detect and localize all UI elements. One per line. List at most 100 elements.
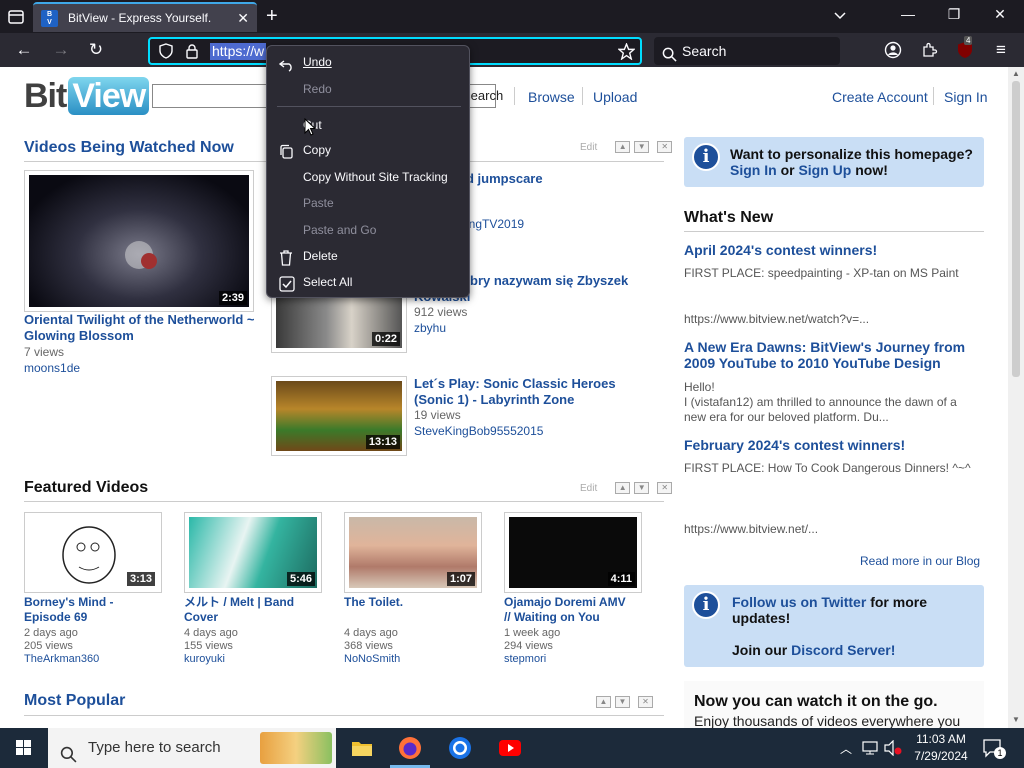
video-thumbnail[interactable]: 13:13 [271, 376, 407, 456]
chevron-up-icon[interactable]: ︿ [840, 740, 852, 757]
sign-in-link[interactable]: Sign In [944, 89, 988, 105]
twitter-link[interactable]: Follow us on Twitter [732, 594, 866, 610]
discord-link[interactable]: Discord Server! [791, 642, 895, 658]
active-tab[interactable]: BV BitView - Express Yourself. ✕ [33, 2, 257, 32]
video-thumbnail[interactable]: 5:46 [184, 512, 322, 593]
video-thumbnail[interactable]: 2:39 [24, 170, 254, 312]
scroll-thumb[interactable] [1012, 81, 1020, 377]
close-window-icon[interactable]: ✕ [990, 6, 1010, 26]
news-title[interactable]: April 2024's contest winners! [684, 242, 877, 258]
video-thumbnail[interactable]: 3:13 [24, 512, 162, 593]
close-tab-icon[interactable]: ✕ [237, 10, 249, 27]
info-icon: i [692, 591, 720, 619]
video-thumbnail[interactable]: 4:11 [504, 512, 642, 593]
bitview-logo[interactable]: Bit View [24, 77, 150, 116]
close-icon[interactable]: ✕ [657, 141, 673, 153]
minimize-icon[interactable]: — [898, 6, 918, 26]
extensions-icon[interactable] [920, 41, 938, 59]
browser-search-field[interactable]: Search [654, 37, 840, 65]
video-title[interactable]: d jumpscare [466, 171, 543, 187]
restore-icon[interactable]: ❐ [944, 6, 964, 26]
forward-icon[interactable]: → [50, 39, 72, 61]
video-title[interactable]: The Toilet. [344, 595, 474, 610]
menu-item-select-all[interactable]: Select All [267, 269, 471, 295]
scroll-down-icon[interactable]: ▼ [1012, 715, 1020, 724]
menu-item-delete[interactable]: Delete [267, 243, 471, 269]
video-title[interactable]: Oriental Twilight of the Netherworld ~ G… [24, 312, 260, 344]
mobile-heading: Now you can watch it on the go. [694, 693, 938, 710]
hamburger-menu-icon[interactable]: ≡ [990, 39, 1012, 61]
notification-center-icon[interactable]: 1 [982, 738, 1006, 761]
video-user[interactable]: stepmori [504, 653, 546, 665]
chevron-down-icon[interactable] [832, 8, 848, 27]
video-title[interactable]: Let´s Play: Sonic Classic Heroes (Sonic … [414, 376, 654, 408]
video-user[interactable]: moons1de [24, 361, 80, 375]
edit-label[interactable]: Edit [580, 483, 597, 494]
taskbar-search-input[interactable]: Type here to search [48, 728, 336, 768]
menu-item-copy-without-tracking[interactable]: Copy Without Site Tracking [267, 164, 471, 190]
search-icon [60, 739, 77, 768]
volume-muted-icon[interactable] [884, 739, 902, 759]
shield-icon[interactable] [158, 43, 174, 62]
video-user[interactable]: ingTV2019 [466, 217, 524, 231]
video-user[interactable]: SteveKingBob95552015 [414, 424, 543, 438]
nav-divider [582, 87, 583, 105]
ublock-icon[interactable]: 4 [956, 36, 974, 59]
close-icon[interactable]: ✕ [638, 696, 653, 708]
taskbar-clock[interactable]: 11:03 AM 7/29/2024 [908, 731, 974, 765]
video-title[interactable]: bry nazywam się Zbyszek [470, 273, 660, 289]
news-link[interactable]: https://www.bitview.net/... [684, 522, 974, 537]
video-title[interactable]: Borney's Mind - Episode 69 [24, 595, 134, 625]
video-thumbnail[interactable]: 1:07 [344, 512, 482, 593]
move-up-icon[interactable]: ▲ [615, 482, 631, 494]
menu-item-undo[interactable]: Undo [267, 49, 471, 75]
edit-label[interactable]: Edit [580, 142, 597, 153]
video-user[interactable]: zbyhu [414, 321, 446, 335]
lock-icon[interactable] [184, 43, 200, 62]
network-icon[interactable] [862, 740, 878, 759]
menu-item-paste-and-go[interactable]: Paste and Go [267, 217, 471, 243]
most-popular-heading[interactable]: Most Popular [24, 692, 125, 710]
news-link[interactable]: https://www.bitview.net/watch?v=... [684, 312, 974, 327]
page-scrollbar[interactable]: ▲ ▼ [1008, 67, 1024, 728]
reload-icon[interactable]: ↻ [85, 39, 107, 61]
nav-divider [933, 87, 934, 105]
chrome-icon[interactable] [448, 736, 472, 760]
menu-item-redo[interactable]: Redo [267, 76, 471, 102]
video-user[interactable]: TheArkman360 [24, 653, 99, 665]
watched-now-heading[interactable]: Videos Being Watched Now [24, 139, 234, 157]
new-tab-icon[interactable]: + [266, 6, 278, 26]
file-explorer-icon[interactable] [350, 736, 374, 760]
windows-start-icon[interactable] [0, 728, 48, 768]
section-divider [24, 715, 664, 716]
menu-item-paste[interactable]: Paste [267, 190, 471, 216]
upload-link[interactable]: Upload [593, 89, 637, 105]
move-down-icon[interactable]: ▼ [615, 696, 630, 708]
scroll-up-icon[interactable]: ▲ [1012, 69, 1020, 78]
sign-in-link[interactable]: Sign In [730, 162, 777, 178]
read-more-blog-link[interactable]: Read more in our Blog [860, 554, 980, 568]
youtube-icon[interactable] [498, 736, 522, 760]
video-user[interactable]: kuroyuki [184, 653, 225, 665]
account-icon[interactable] [884, 41, 902, 59]
video-title[interactable]: Ojamajo Doremi AMV // Waiting on You [504, 595, 634, 625]
bookmark-star-icon[interactable] [617, 42, 636, 63]
news-title[interactable]: February 2024's contest winners! [684, 437, 905, 453]
tab-list-icon[interactable] [6, 7, 26, 27]
menu-item-copy[interactable]: Copy [267, 137, 471, 163]
move-up-icon[interactable]: ▲ [596, 696, 611, 708]
back-icon[interactable]: ← [13, 39, 35, 61]
menu-item-cut[interactable]: Cut [267, 112, 471, 138]
news-title[interactable]: A New Era Dawns: BitView's Journey from … [684, 339, 984, 371]
url-text[interactable]: https://w [210, 43, 267, 60]
sign-up-link[interactable]: Sign Up [798, 162, 851, 178]
close-icon[interactable]: ✕ [657, 482, 673, 494]
create-account-link[interactable]: Create Account [832, 89, 928, 105]
move-up-icon[interactable]: ▲ [615, 141, 631, 153]
browse-link[interactable]: Browse [528, 89, 575, 105]
move-down-icon[interactable]: ▼ [634, 141, 650, 153]
firefox-icon[interactable] [398, 736, 422, 760]
video-user[interactable]: NoNoSmith [344, 653, 400, 665]
move-down-icon[interactable]: ▼ [634, 482, 650, 494]
video-title[interactable]: メルト / Melt | Band Cover [184, 595, 314, 625]
